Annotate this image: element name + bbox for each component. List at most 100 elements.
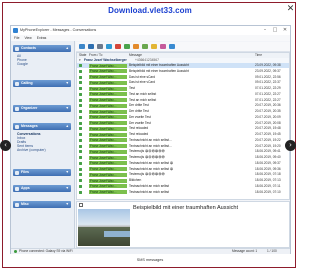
- table-row[interactable]: Franz Josef Wac... Das ist eine vCard 09.0…: [77, 80, 289, 85]
- copy-icon[interactable]: [142, 44, 148, 49]
- phone-icon: [15, 81, 19, 86]
- table-row[interactable]: Franz Josef Wac... Test an mich selbst 07.…: [77, 98, 289, 103]
- time-cell: 20.07.2019, 20:09: [255, 114, 281, 119]
- table-row[interactable]: Franz Josef Wac... Test an mich selbst 07.…: [77, 92, 289, 97]
- sender-cell: Franz Josef Wac...: [89, 103, 127, 108]
- table-row[interactable]: Franz Josef Wac... Test reloaded 20.07.201…: [77, 126, 289, 131]
- download-icon[interactable]: [88, 44, 94, 49]
- table-row[interactable]: Franz Josef Wac... Textnachricht an mich …: [77, 138, 289, 143]
- minimize-icon[interactable]: –: [262, 27, 268, 33]
- message-cell: Das ist eine vCard: [129, 80, 156, 85]
- message-cell: Beispielbild mit einer traumhaften Aussi…: [129, 68, 189, 73]
- table-row[interactable]: Franz Josef Wac... Testnachricht an mich …: [77, 167, 289, 172]
- preview-text: Beispielbild mit einer traumhaften Aussi…: [133, 205, 239, 211]
- table-row[interactable]: Franz Josef Wac... Testemojis 😀😃😄😁😆😅 18.06…: [77, 155, 289, 160]
- forward-icon[interactable]: [133, 44, 139, 49]
- sent-status-icon: [79, 156, 82, 159]
- sender-cell: Franz Josef Wac...: [89, 190, 127, 194]
- time-cell: 18.06.2019, 09:41: [255, 149, 281, 154]
- collapse-icon[interactable]: ▲: [66, 123, 69, 130]
- filter-icon[interactable]: [169, 44, 175, 49]
- next-arrow-icon[interactable]: ›: [285, 140, 296, 151]
- image-caption: SMS messages: [136, 258, 164, 262]
- close-window-icon[interactable]: ✕: [282, 27, 288, 33]
- message-cell: Test: [129, 86, 135, 90]
- time-cell: 09.01.2022, 22:37: [255, 80, 281, 85]
- expand-icon[interactable]: ▼: [66, 201, 69, 208]
- picture-icon: [79, 203, 83, 207]
- table-row[interactable]: Franz Josef Wac... Der dritte Test 20.07.2…: [77, 109, 289, 114]
- reply-icon[interactable]: [124, 44, 130, 49]
- messages-table: State From / To Message Time ▾ Franz Jos…: [76, 52, 290, 200]
- sidebar-item-archive[interactable]: Archive (computer): [17, 148, 46, 152]
- expand-icon[interactable]: ▼: [66, 105, 69, 112]
- delete-icon[interactable]: [115, 44, 121, 49]
- sent-status-icon: [79, 167, 82, 171]
- table-row[interactable]: Franz Josef Wac... Bildchen 18.06.2019, 07…: [77, 178, 289, 183]
- message-cell: Textnachricht an mich selbst...: [129, 137, 172, 142]
- sender-cell: Franz Josef Wac...: [89, 92, 127, 97]
- sent-status-icon: [79, 115, 82, 119]
- sender-cell: Franz Josef Wac...: [89, 138, 127, 143]
- archive-icon[interactable]: [151, 44, 157, 49]
- time-cell: 23.09.2022, 09:37: [255, 68, 281, 73]
- table-row[interactable]: Franz Josef Wac... Beispielbild mit einer…: [77, 69, 289, 74]
- table-row[interactable]: Franz Josef Wac... Der dritte Test 20.07.2…: [77, 103, 289, 108]
- table-row[interactable]: Franz Josef Wac... Der zweite Test 20.07.2…: [77, 121, 289, 126]
- contacts-icon: [15, 46, 19, 51]
- sender-cell: Franz Josef Wac...: [89, 178, 127, 183]
- table-row[interactable]: Franz Josef Wac... Test 07.01.2022, 22:29: [77, 86, 289, 91]
- table-row[interactable]: Franz Josef Wac... Testemojis 😀😃😄😁😆😅 18.06…: [77, 149, 289, 154]
- expand-icon[interactable]: ▼: [66, 185, 69, 192]
- sidebar-group-files[interactable]: Files ▼: [13, 169, 71, 176]
- new-message-icon[interactable]: [106, 44, 112, 49]
- table-row[interactable]: Franz Josef Wac... Testnachricht an mich …: [77, 184, 289, 189]
- table-row[interactable]: Franz Josef Wac... Der zweite Test 20.07.2…: [77, 115, 289, 120]
- sidebar-group-messages[interactable]: Messages ▲: [13, 123, 71, 130]
- message-icon: [15, 124, 19, 129]
- collapse-icon[interactable]: ▲: [66, 45, 69, 52]
- sidebar-group-apps[interactable]: Apps ▼: [13, 185, 71, 192]
- message-cell: Test reloaded: [129, 126, 149, 131]
- sidebar-group-organizer[interactable]: Organizer ▼: [13, 105, 71, 112]
- app-logo-icon: [13, 28, 18, 33]
- expand-icon[interactable]: ▼: [66, 80, 69, 87]
- time-cell: 23.09.2022, 09:38: [255, 63, 281, 67]
- sidebar-group-misc[interactable]: Misc ▼: [13, 201, 71, 208]
- sender-cell: Franz Josef Wac...: [89, 115, 127, 120]
- table-row[interactable]: Franz Josef Wac... Test reloaded 20.07.201…: [77, 132, 289, 137]
- time-cell: 20.07.2019, 20:35: [255, 109, 281, 113]
- time-cell: 09.01.2022, 22:56: [255, 74, 281, 79]
- table-row[interactable]: Franz Josef Wac... Testnachricht an mich …: [77, 161, 289, 166]
- maximize-icon[interactable]: □: [272, 27, 278, 33]
- previous-arrow-icon[interactable]: ‹: [0, 140, 11, 151]
- table-row[interactable]: Franz Josef Wac... Beispielbild mit einer…: [77, 63, 289, 68]
- window-title: MyPhoneExplorer - Messages - Conversatio…: [20, 28, 97, 32]
- sent-status-icon: [79, 150, 82, 154]
- sidebar-item-google[interactable]: Google: [17, 62, 28, 66]
- message-cell: Testnachricht an mich selbst 😀: [129, 166, 174, 171]
- sent-status-icon: [79, 144, 82, 148]
- sent-status-icon: [79, 138, 82, 142]
- settings-icon[interactable]: [97, 44, 103, 49]
- sender-cell: Franz Josef Wac...: [89, 63, 127, 68]
- table-row[interactable]: Franz Josef Wac... Testemojis 😀😃😄😁😆😅 18.06…: [77, 172, 289, 177]
- mark-icon[interactable]: [160, 44, 166, 49]
- page-indicator: 1 / 100: [267, 249, 277, 253]
- table-row[interactable]: Franz Josef Wac... Testnachricht an mich …: [77, 190, 289, 195]
- message-cell: Testnachricht an mich selbst 😀: [129, 160, 174, 165]
- table-row[interactable]: Franz Josef Wac... Das ist eine sCard 09.0…: [77, 75, 289, 80]
- sender-cell: Franz Josef Wac...: [89, 149, 127, 154]
- sidebar-group-calling[interactable]: Calling ▼: [13, 80, 71, 87]
- message-cell: Testnachricht an mich selbst: [129, 183, 170, 188]
- expand-icon[interactable]: ▼: [66, 169, 69, 176]
- preview-image[interactable]: [78, 209, 130, 246]
- refresh-icon[interactable]: [79, 44, 85, 49]
- close-icon[interactable]: ✕: [286, 5, 295, 14]
- message-cell: Testemojis 😀😃😄😁😆😅: [129, 149, 165, 154]
- sidebar-group-label: Misc: [21, 202, 29, 206]
- table-row[interactable]: Franz Josef Wac... Textnachricht an mich …: [77, 144, 289, 149]
- sidebar-group-contacts[interactable]: Contacts ▲: [13, 45, 71, 52]
- sender-cell: Franz Josef Wac...: [89, 184, 127, 189]
- sender-cell: Franz Josef Wac...: [89, 132, 127, 137]
